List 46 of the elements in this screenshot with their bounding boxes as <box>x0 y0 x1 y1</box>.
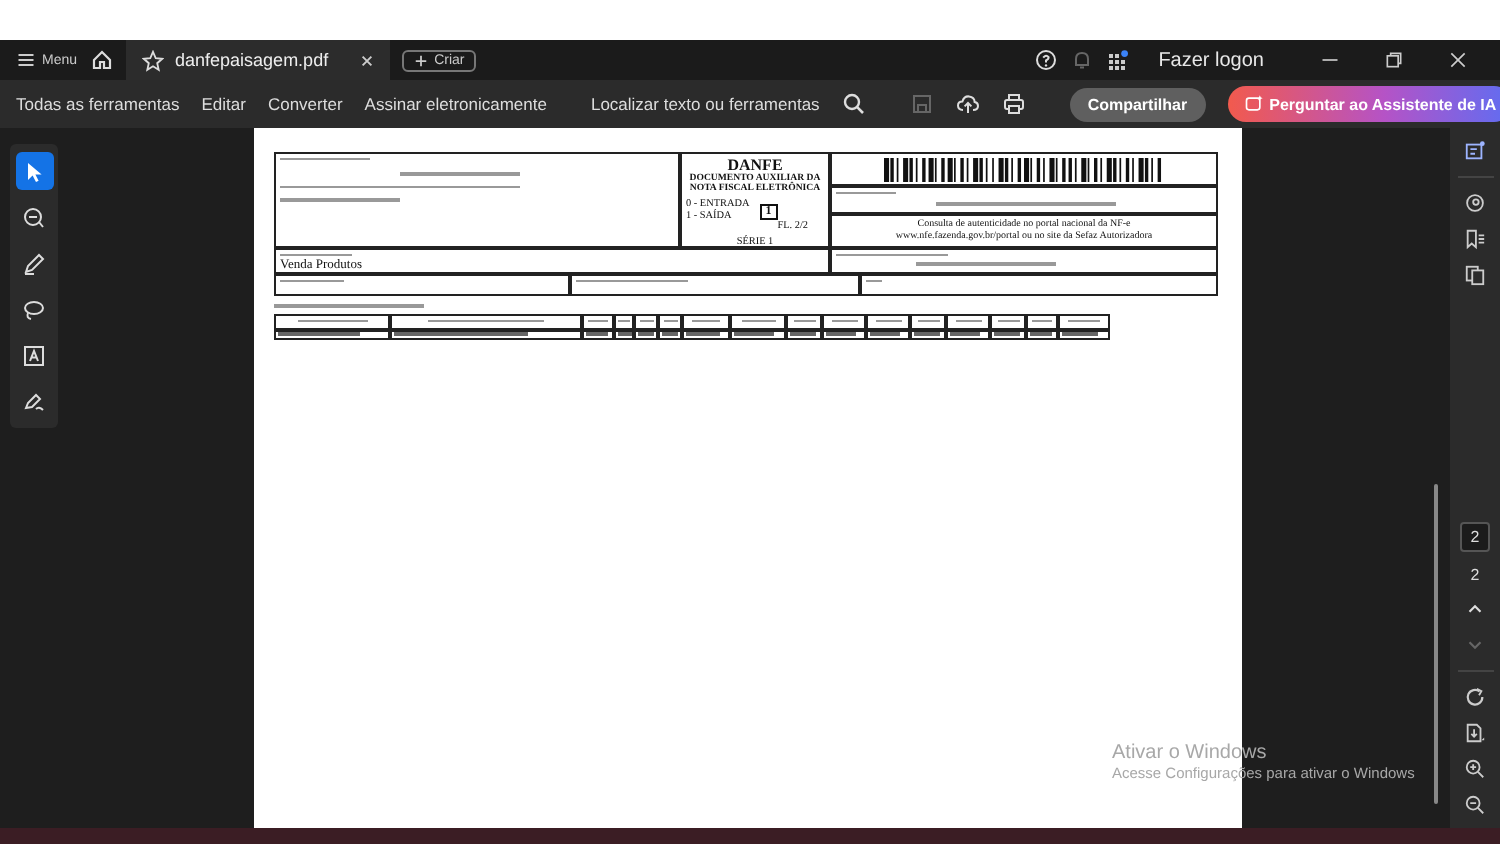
toolbar-menu-item[interactable]: Todas as ferramentas <box>16 94 180 114</box>
pen-icon <box>22 251 46 275</box>
share-button[interactable]: Compartilhar <box>1069 87 1206 121</box>
home-icon[interactable] <box>89 48 114 72</box>
restore-icon[interactable] <box>1384 50 1404 70</box>
printer-icon[interactable] <box>1001 92 1026 116</box>
ai-assistant-button[interactable]: Perguntar ao Assistente de IA <box>1227 86 1500 122</box>
zoom-out-icon[interactable] <box>1464 794 1486 816</box>
toolbar-menu-item[interactable]: Editar <box>201 94 246 114</box>
toolbar-menu-item[interactable]: Converter <box>267 94 343 114</box>
cloud-upload-icon[interactable] <box>955 92 980 116</box>
redacted-line <box>280 198 400 201</box>
close-tab-icon[interactable] <box>360 53 375 67</box>
search-icon[interactable] <box>841 92 866 116</box>
pages-icon[interactable] <box>1464 264 1486 286</box>
chat-sparkle-icon <box>1243 94 1264 114</box>
pointer-tool-button[interactable] <box>15 152 53 190</box>
plus-icon <box>414 53 429 67</box>
star-icon[interactable] <box>141 49 164 71</box>
comment-icon <box>22 205 46 229</box>
page-count: 2 <box>1470 566 1480 584</box>
search-tools-button[interactable]: Localizar texto ou ferramentas <box>590 94 820 114</box>
redacted-line <box>916 262 1056 265</box>
danfe-title: DANFE <box>727 158 783 174</box>
bookmark-icon[interactable] <box>1464 228 1486 250</box>
lasso-icon <box>22 297 46 321</box>
zoom-in-icon[interactable] <box>1464 758 1486 780</box>
rotate-icon[interactable] <box>1464 686 1486 708</box>
apps-icon[interactable] <box>1106 48 1131 72</box>
text-icon <box>22 343 46 367</box>
ai-panel-icon[interactable] <box>1464 140 1486 162</box>
pointer-icon <box>22 159 46 183</box>
sign-in-button[interactable]: Fazer logon <box>1158 49 1264 71</box>
save-icon[interactable] <box>909 92 934 116</box>
redacted-line <box>400 172 520 175</box>
comment-icon[interactable] <box>1464 192 1486 214</box>
menu-icon <box>16 50 36 70</box>
bell-icon[interactable] <box>1070 48 1095 72</box>
current-page-field[interactable]: 2 <box>1460 522 1490 552</box>
scrollbar[interactable] <box>1434 484 1438 804</box>
close-icon[interactable] <box>1448 50 1468 70</box>
document-icon[interactable] <box>1464 722 1486 744</box>
help-icon[interactable] <box>1034 48 1059 72</box>
document-tab[interactable]: danfepaisagem.pdf <box>125 40 391 80</box>
toolbar-menu-item[interactable]: Assinar eletronicamente <box>364 94 547 114</box>
sign-icon <box>22 389 46 413</box>
